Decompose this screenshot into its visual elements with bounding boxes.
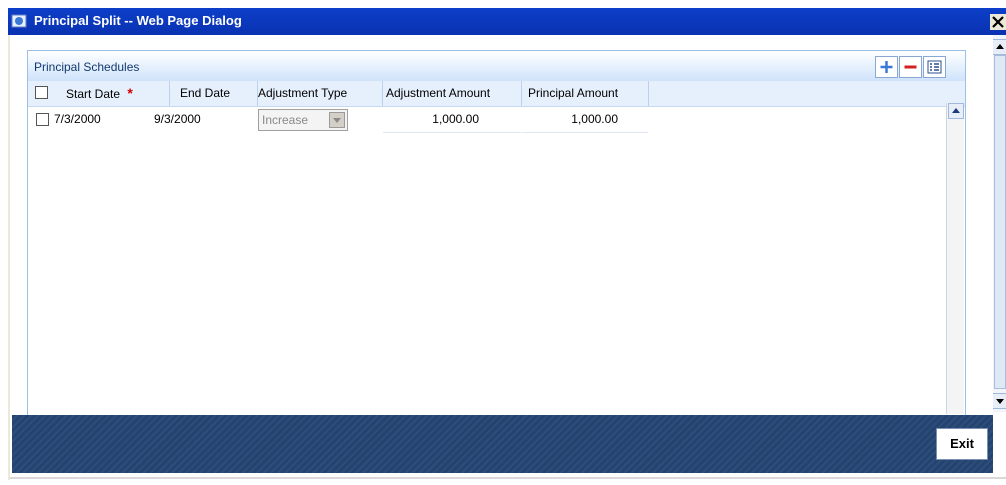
status-divider bbox=[10, 477, 1006, 479]
end-date-cell[interactable]: 9/3/2000 bbox=[154, 107, 244, 132]
dialog-footer: Exit bbox=[12, 415, 993, 473]
principal-amount-header-label: Principal Amount bbox=[528, 86, 619, 100]
dialog-body: Principal Schedules Start Date * End Dat… bbox=[8, 35, 993, 480]
dialog-title-bar: Principal Split -- Web Page Dialog bbox=[8, 8, 1006, 35]
end-date-header-label: End Date bbox=[180, 86, 231, 100]
adjustment-type-header-label: Adjustment Type bbox=[258, 86, 348, 100]
adjustment-type-value: Increase bbox=[262, 113, 309, 127]
panel-header: Principal Schedules bbox=[28, 51, 965, 81]
dropdown-arrow-button[interactable] bbox=[329, 112, 345, 128]
column-header-adjustment-amount[interactable]: Adjustment Amount bbox=[383, 81, 522, 106]
table-row[interactable]: 7/3/2000 9/3/2000 Increase 1,000.00 1,00… bbox=[28, 107, 648, 133]
adjustment-amount-header-label: Adjustment Amount bbox=[386, 86, 491, 100]
panel-title: Principal Schedules bbox=[34, 60, 140, 74]
principal-schedules-panel: Principal Schedules Start Date * End Dat… bbox=[27, 50, 966, 416]
scroll-up-button[interactable] bbox=[992, 39, 1006, 55]
chevron-down-icon bbox=[333, 118, 341, 123]
triangle-down-icon bbox=[996, 399, 1004, 404]
row-select-checkbox[interactable] bbox=[36, 113, 49, 126]
dialog-title: Principal Split -- Web Page Dialog bbox=[34, 13, 242, 28]
adjustment-amount-cell[interactable]: 1,000.00 bbox=[383, 107, 521, 133]
triangle-up-icon bbox=[952, 108, 960, 113]
adjustment-amount-value: 1,000.00 bbox=[432, 112, 479, 126]
principal-amount-cell[interactable]: 1,000.00 bbox=[522, 107, 648, 133]
single-view-button[interactable] bbox=[923, 56, 946, 78]
minus-icon bbox=[904, 65, 917, 69]
delete-row-button[interactable] bbox=[899, 56, 922, 78]
grid-header-row: Start Date * End Date Adjustment Type Ad… bbox=[28, 81, 965, 107]
principal-amount-value: 1,000.00 bbox=[571, 112, 618, 126]
adjustment-type-select[interactable]: Increase bbox=[258, 109, 348, 131]
close-icon bbox=[992, 16, 1004, 28]
dialog-scrollbar[interactable] bbox=[991, 35, 1006, 412]
close-button[interactable] bbox=[990, 14, 1006, 30]
column-header-adjustment-type[interactable]: Adjustment Type bbox=[258, 81, 383, 106]
start-date-header-label: Start Date bbox=[66, 87, 121, 101]
grid-scrollbar[interactable] bbox=[946, 103, 964, 414]
triangle-up-icon bbox=[996, 44, 1004, 49]
select-all-checkbox[interactable] bbox=[35, 86, 48, 99]
list-icon bbox=[927, 60, 942, 74]
column-header-end-date[interactable]: End Date bbox=[170, 81, 258, 106]
add-row-button[interactable] bbox=[875, 56, 898, 78]
required-marker: * bbox=[127, 85, 133, 101]
plus-icon bbox=[880, 61, 893, 73]
column-header-principal-amount[interactable]: Principal Amount bbox=[522, 81, 649, 106]
grid-scroll-up-button[interactable] bbox=[948, 103, 964, 119]
start-date-cell[interactable]: 7/3/2000 bbox=[54, 107, 154, 132]
scroll-down-button[interactable] bbox=[992, 393, 1006, 409]
exit-button[interactable]: Exit bbox=[936, 428, 988, 460]
column-header-start-date[interactable]: Start Date * bbox=[54, 81, 170, 106]
ie-dialog-icon bbox=[11, 14, 27, 28]
scroll-thumb[interactable] bbox=[994, 55, 1006, 389]
